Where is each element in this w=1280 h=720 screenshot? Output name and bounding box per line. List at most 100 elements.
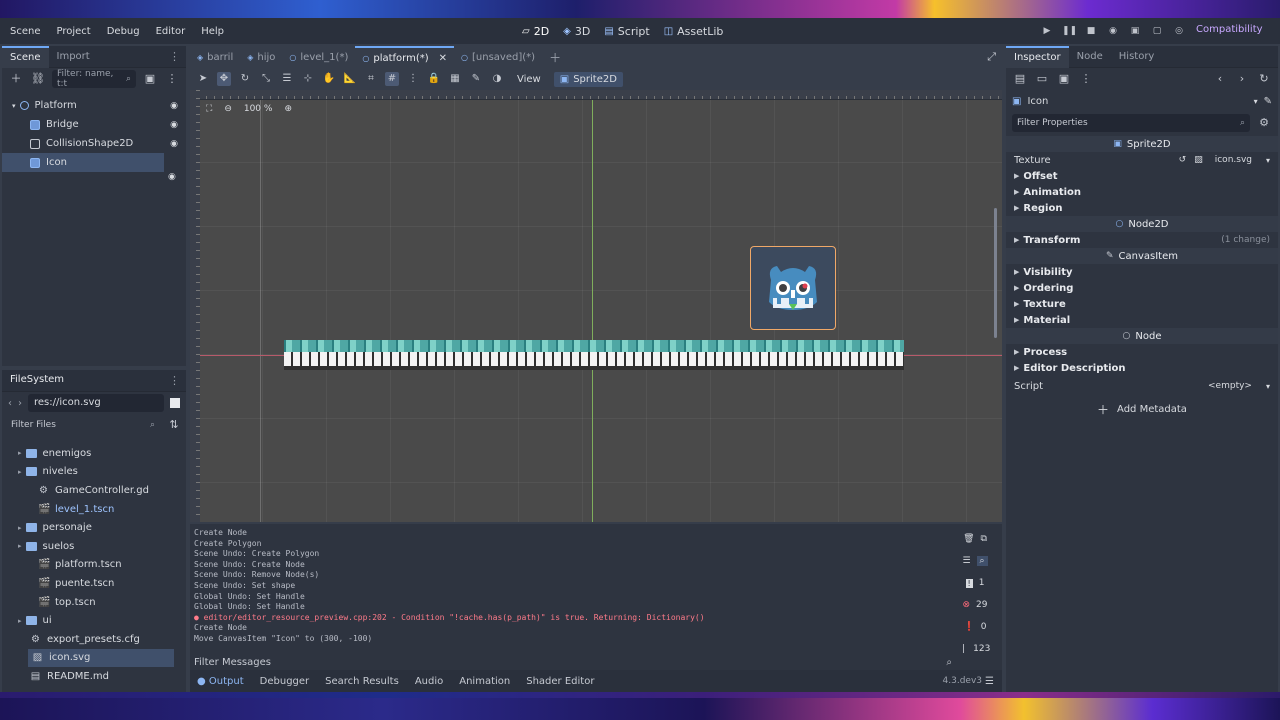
view-menu[interactable]: View	[511, 74, 547, 85]
group-icon[interactable]: ▦	[448, 72, 462, 86]
section-ordering[interactable]: ▶ Ordering	[1006, 280, 1278, 296]
property-settings-icon[interactable]: ⚙	[1256, 115, 1272, 131]
filesystem-item[interactable]: ▸ suelos	[2, 537, 186, 556]
close-icon[interactable]: ✕	[439, 53, 447, 64]
object-history-icon[interactable]: ↻	[1256, 71, 1272, 87]
workspace-3d[interactable]: ◈ 3D	[561, 25, 592, 38]
sprite2d-menu[interactable]: ▣ Sprite2D	[553, 71, 623, 87]
history-back-icon[interactable]: ‹	[1212, 71, 1228, 87]
filesystem-item[interactable]: ▸ enemigos	[2, 444, 186, 463]
chevron-right-icon[interactable]: ▸	[18, 542, 22, 550]
filesystem-path-input[interactable]: res://icon.svg	[28, 394, 164, 412]
menu-scene[interactable]: Scene	[2, 26, 49, 37]
property-texture[interactable]: Texture ↺ ▨ icon.svg ▾	[1006, 152, 1278, 168]
copy-icon[interactable]: ⧉	[981, 534, 987, 544]
filesystem-item[interactable]: ▤ README.md	[2, 667, 186, 686]
filter-messages-input[interactable]: Filter Messages ⌕	[192, 652, 952, 672]
zoom-out-icon[interactable]: ⊖	[224, 104, 232, 114]
zoom-in-icon[interactable]: ⊕	[284, 104, 292, 114]
filesystem-filter-input[interactable]: Filter Files ⌕	[6, 416, 160, 434]
play-custom-scene-icon[interactable]: ▢	[1150, 24, 1164, 38]
filesystem-item[interactable]: ⚙ export_presets.cfg	[2, 630, 186, 649]
output-log[interactable]: Create Node Create Polygon Scene Undo: Cre…	[194, 528, 949, 648]
split-view-icon[interactable]	[170, 398, 180, 408]
tab-output[interactable]: ● Output	[190, 676, 251, 687]
dock-menu-icon[interactable]: ⋮	[169, 374, 186, 387]
new-resource-icon[interactable]: ▤	[1012, 71, 1028, 87]
stop-icon[interactable]: ■	[1084, 24, 1098, 38]
tree-item-bridge[interactable]: Bridge ◉	[2, 115, 186, 134]
vertical-scrollbar[interactable]	[994, 208, 997, 338]
object-tools-icon[interactable]: ✎	[1264, 96, 1272, 107]
inspected-object-name[interactable]: Icon	[1027, 96, 1247, 107]
grid-snap-icon[interactable]: #	[385, 72, 399, 86]
scene-tab-barril[interactable]: ◈ barril	[190, 46, 240, 68]
distraction-free-icon[interactable]: ⤢	[987, 50, 996, 64]
history-forward-icon[interactable]: ›	[1234, 71, 1250, 87]
chevron-down-icon[interactable]: ▾	[1266, 382, 1270, 391]
chevron-right-icon[interactable]: ▸	[18, 524, 22, 532]
visibility-eye-icon[interactable]: ◉	[168, 172, 176, 182]
more-icon[interactable]: ⋮	[1078, 71, 1094, 87]
chevron-right-icon[interactable]: ›	[18, 398, 22, 409]
chevron-right-icon[interactable]: ▸	[18, 617, 22, 625]
section-material[interactable]: ▶ Material	[1006, 312, 1278, 328]
scene-tab-unsaved[interactable]: ○ [unsaved](*)	[454, 46, 542, 68]
menu-project[interactable]: Project	[49, 26, 99, 37]
info-toggle[interactable]: ❘ 123	[950, 638, 1000, 660]
scene-filter-input[interactable]: Filter: name, t:t ⌕	[52, 69, 136, 89]
chevron-down-icon[interactable]: ▾	[1254, 97, 1258, 106]
renderer-selector[interactable]: Compatibility	[1196, 24, 1263, 35]
scene-tab-hijo[interactable]: ◈ hijo	[240, 46, 282, 68]
script-attach-icon[interactable]: ▣	[142, 71, 158, 87]
tab-node[interactable]: Node	[1069, 46, 1111, 68]
tab-animation[interactable]: Animation	[452, 676, 517, 687]
ruler-tool-icon[interactable]: 📐	[343, 72, 357, 86]
icon-sprite-selected[interactable]	[750, 246, 836, 330]
pause-icon[interactable]: ❚❚	[1062, 24, 1077, 38]
play-scene-icon[interactable]: ▣	[1128, 24, 1142, 38]
workspace-2d[interactable]: ▱ 2D	[520, 25, 551, 38]
filesystem-item[interactable]: 🎬 top.tscn	[2, 593, 186, 612]
open-resource-icon[interactable]: ▭	[1034, 71, 1050, 87]
section-texture[interactable]: ▶ Texture	[1006, 296, 1278, 312]
section-transform[interactable]: ▶ Transform (1 change)	[1006, 232, 1278, 248]
filesystem-item[interactable]: 🎬 puente.tscn	[2, 574, 186, 593]
workspace-assetlib[interactable]: ◫ AssetLib	[662, 25, 726, 38]
link-icon[interactable]: ⛓	[30, 71, 46, 87]
clear-icon[interactable]: 🗑	[963, 534, 974, 544]
lock-icon[interactable]: 🔒	[427, 72, 441, 86]
chevron-right-icon[interactable]: ▸	[18, 449, 22, 457]
add-metadata-button[interactable]: ＋ Add Metadata	[1082, 400, 1202, 418]
section-editor-description[interactable]: ▶ Editor Description	[1006, 360, 1278, 376]
select-tool-icon[interactable]: ➤	[196, 72, 210, 86]
pivot-tool-icon[interactable]: ⊹	[301, 72, 315, 86]
tree-item-platform[interactable]: ▾ Platform ◉	[2, 96, 186, 115]
sort-icon[interactable]: ⇅	[166, 417, 182, 433]
save-resource-icon[interactable]: ▣	[1056, 71, 1072, 87]
center-view-icon[interactable]: ⛶	[206, 104, 212, 114]
property-script[interactable]: Script <empty> ▾	[1006, 376, 1278, 396]
camera-icon[interactable]: ◑	[490, 72, 504, 86]
scene-tab-level1[interactable]: ○ level_1(*)	[282, 46, 355, 68]
tree-item-collisionshape2d[interactable]: CollisionShape2D ◉	[2, 134, 186, 153]
skeleton-icon[interactable]: ✎	[469, 72, 483, 86]
tab-debugger[interactable]: Debugger	[253, 676, 317, 687]
warnings-toggle[interactable]: ❗ 0	[950, 616, 1000, 638]
tab-search-results[interactable]: Search Results	[318, 676, 406, 687]
tab-history[interactable]: History	[1111, 46, 1163, 68]
pan-tool-icon[interactable]: ✋	[322, 72, 336, 86]
section-process[interactable]: ▶ Process	[1006, 344, 1278, 360]
tab-filesystem[interactable]: FileSystem	[2, 370, 72, 392]
tab-shader-editor[interactable]: Shader Editor	[519, 676, 601, 687]
menu-editor[interactable]: Editor	[148, 26, 194, 37]
chevron-down-icon[interactable]: ▾	[1266, 156, 1270, 165]
chevron-right-icon[interactable]: ▸	[18, 468, 22, 476]
horizontal-ruler[interactable]	[190, 90, 1002, 100]
search-icon[interactable]: ⌕	[976, 556, 988, 566]
expand-panel-icon[interactable]: ☰	[985, 676, 994, 687]
bridge-sprite[interactable]	[284, 340, 904, 370]
add-scene-tab-icon[interactable]: ＋	[542, 46, 568, 68]
visibility-eye-icon[interactable]: ◉	[170, 139, 178, 149]
script-value[interactable]: <empty>	[1208, 381, 1252, 391]
